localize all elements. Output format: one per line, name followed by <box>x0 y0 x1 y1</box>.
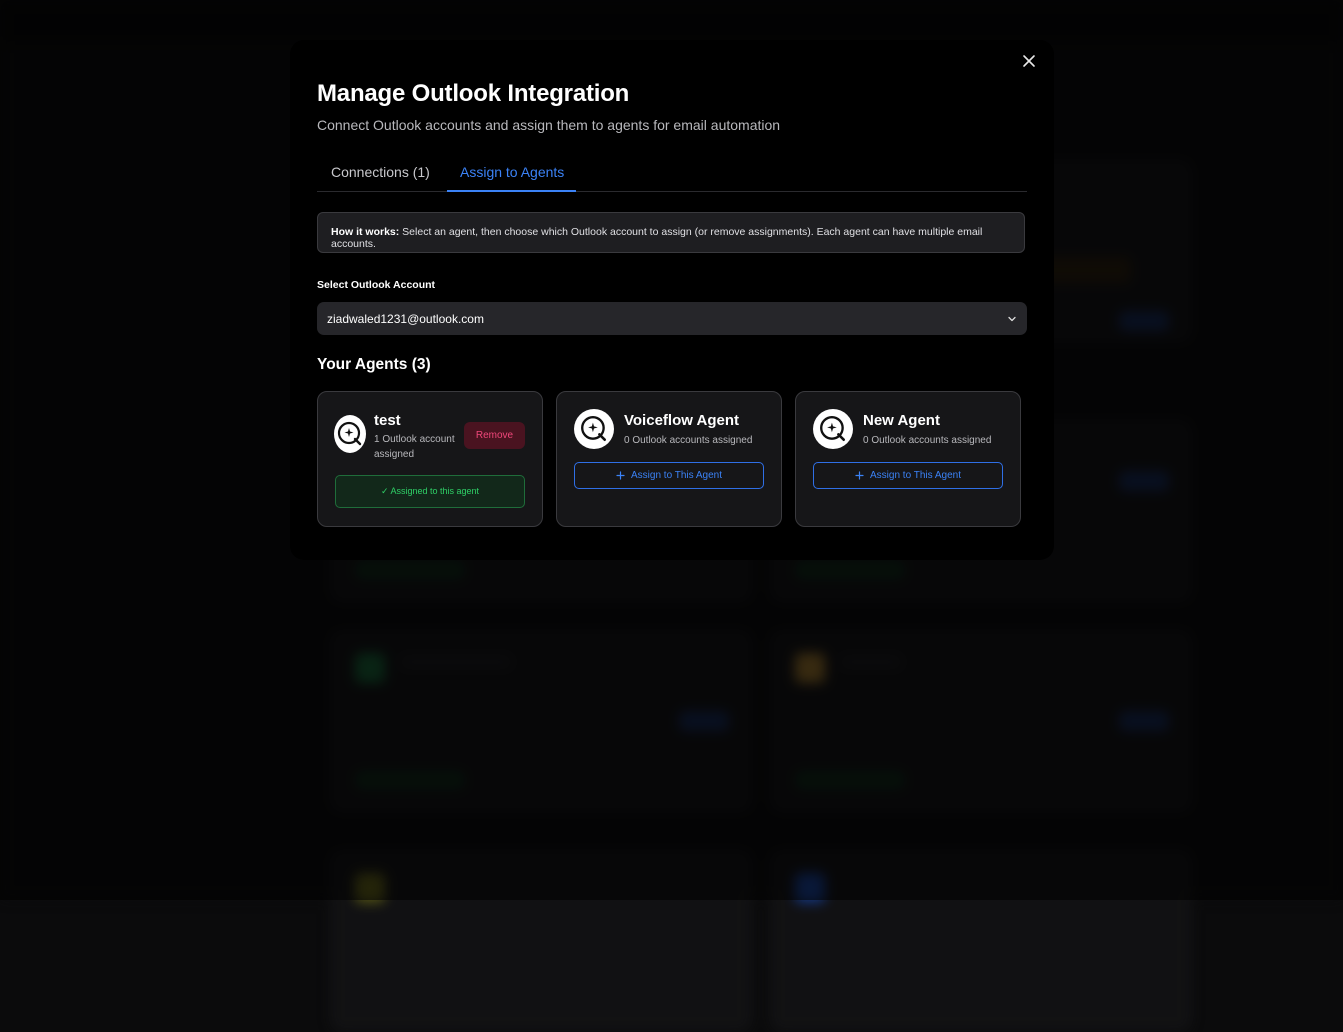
info-heading: How it works: <box>331 226 399 238</box>
agent-avatar <box>574 409 614 449</box>
agent-avatar <box>334 415 366 453</box>
selected-account-value: ziadwaled1231@outlook.com <box>327 312 484 326</box>
tab-connections[interactable]: Connections (1) <box>331 164 430 180</box>
tab-assign-to-agents[interactable]: Assign to Agents <box>460 164 564 180</box>
agent-name: test <box>374 412 401 429</box>
chevron-down-icon <box>1007 314 1017 324</box>
assign-to-agent-button[interactable]: Assign to This Agent <box>813 462 1003 489</box>
info-text: Select an agent, then choose which Outlo… <box>331 226 982 250</box>
agent-avatar <box>813 409 853 449</box>
agent-name: New Agent <box>863 412 940 429</box>
how-it-works-info: How it works: Select an agent, then choo… <box>317 212 1025 253</box>
active-tab-indicator <box>447 190 576 192</box>
select-account-label: Select Outlook Account <box>317 279 435 291</box>
agents-section-title: Your Agents (3) <box>317 356 431 374</box>
agent-assignment-count: 1 Outlook account assigned <box>374 432 464 462</box>
tab-bar: Connections (1) Assign to Agents <box>317 153 1027 192</box>
outlook-account-select[interactable]: ziadwaled1231@outlook.com <box>317 302 1027 335</box>
agent-logo-icon <box>818 414 848 444</box>
assign-to-agent-button[interactable]: Assign to This Agent <box>574 462 764 489</box>
agent-name: Voiceflow Agent <box>624 412 739 429</box>
agent-assignment-count: 0 Outlook accounts assigned <box>863 433 991 448</box>
plus-icon <box>616 471 625 480</box>
assign-button-label: Assign to This Agent <box>870 470 961 481</box>
modal-subtitle: Connect Outlook accounts and assign them… <box>317 117 780 133</box>
agent-card: test 1 Outlook account assigned Remove ✓… <box>317 391 543 527</box>
modal-title: Manage Outlook Integration <box>317 80 629 108</box>
close-icon-glyph <box>1022 54 1036 68</box>
close-icon[interactable] <box>1020 53 1038 71</box>
assign-button-label: Assign to This Agent <box>631 470 722 481</box>
agent-assignment-count: 0 Outlook accounts assigned <box>624 433 752 448</box>
remove-assignment-button[interactable]: Remove <box>464 422 525 449</box>
agent-logo-icon <box>336 420 364 448</box>
plus-icon <box>855 471 864 480</box>
agent-card: New Agent 0 Outlook accounts assigned As… <box>795 391 1021 527</box>
agent-card: Voiceflow Agent 0 Outlook accounts assig… <box>556 391 782 527</box>
agent-logo-icon <box>579 414 609 444</box>
assigned-status-badge: ✓ Assigned to this agent <box>335 475 525 508</box>
